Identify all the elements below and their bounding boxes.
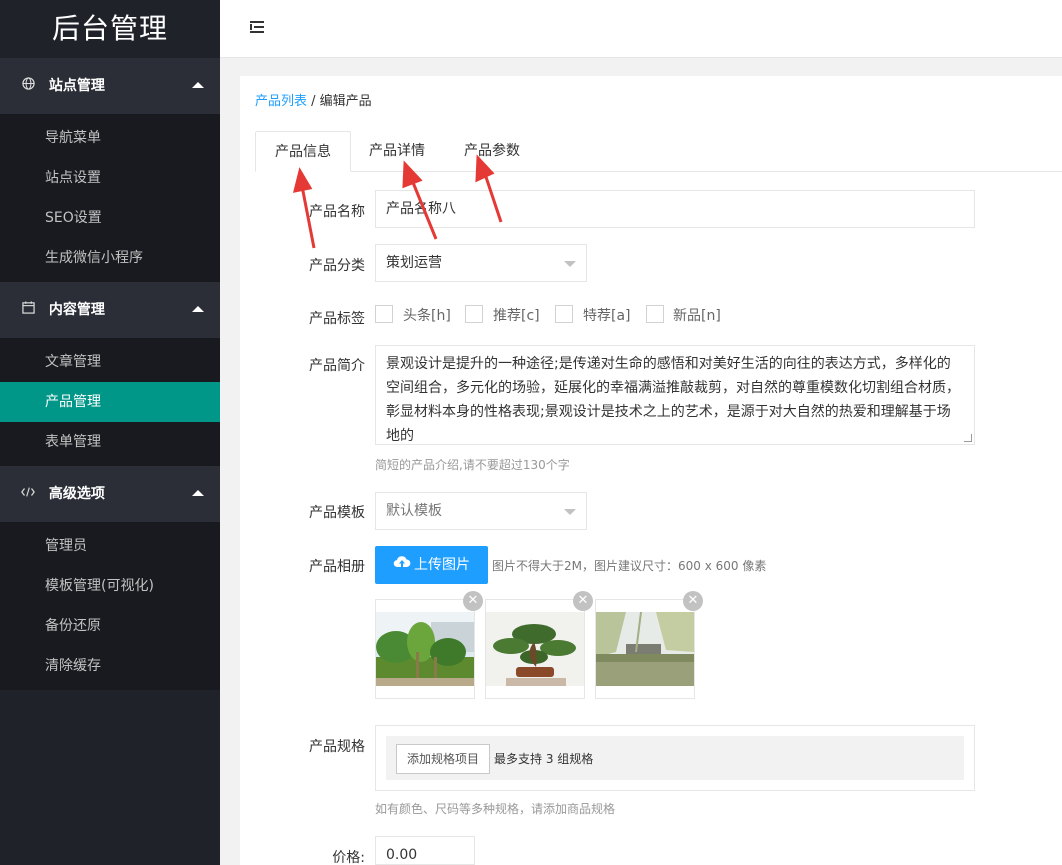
album-thumbnail[interactable] — [485, 599, 585, 699]
sidebar-group-label: 内容管理 — [48, 302, 105, 318]
sidebar-item-seo[interactable]: SEO设置 — [0, 198, 220, 238]
album-thumbnail[interactable] — [375, 599, 475, 699]
upload-hint: 图片不得大于2M，图片建议尺寸：600 x 600 像素 — [492, 559, 767, 573]
sidebar-group-label: 站点管理 — [48, 78, 105, 94]
code-icon — [20, 467, 36, 523]
tag-checkbox-featured[interactable] — [555, 305, 573, 323]
price-input[interactable]: 0.00 — [375, 836, 475, 865]
remove-image-icon[interactable]: ✕ — [683, 591, 703, 611]
template-label: 产品模板 — [309, 505, 365, 521]
content-card: 产品列表 / 编辑产品 产品信息 产品详情 产品参数 产品名称 产品名称八 产品… — [240, 76, 1062, 865]
resize-handle-icon[interactable] — [964, 434, 972, 442]
tag-label: 推荐[c] — [493, 308, 540, 324]
sidebar-group-site[interactable]: 站点管理 — [0, 58, 220, 114]
chevron-up-icon — [192, 490, 204, 496]
sidebar-item-wechat-miniapp[interactable]: 生成微信小程序 — [0, 238, 220, 278]
topbar — [220, 0, 1062, 58]
globe-icon — [20, 59, 36, 115]
chevron-up-icon — [192, 82, 204, 88]
remove-image-icon[interactable]: ✕ — [573, 591, 593, 611]
banana-garden-image — [376, 612, 474, 686]
sidebar-item-products[interactable]: 产品管理 — [0, 382, 220, 422]
tag-label: 特荐[a] — [583, 308, 631, 324]
intro-textarea[interactable]: 景观设计是提升的一种途径;是传递对生命的感悟和对美好生活的向往的表达方式，多样化… — [375, 345, 975, 445]
menu-toggle-icon[interactable] — [250, 20, 266, 34]
intro-text: 景观设计是提升的一种途径;是传递对生命的感悟和对美好生活的向往的表达方式，多样化… — [386, 356, 960, 444]
spec-hint: 如有颜色、尺码等多种规格，请添加商品规格 — [375, 802, 616, 816]
red-arrow-icon — [475, 154, 503, 223]
tag-checkbox-recommend[interactable] — [465, 305, 483, 323]
bonsai-image — [486, 612, 584, 686]
spec-toolbar: 添加规格项目 最多支持 3 组规格 — [386, 736, 964, 780]
tag-label: 新品[n] — [673, 308, 721, 324]
spec-label: 产品规格 — [309, 739, 365, 755]
intro-label: 产品简介 — [309, 358, 365, 374]
willow-lake-image — [596, 612, 694, 686]
chevron-down-icon — [564, 509, 576, 515]
sidebar-item-templates[interactable]: 模板管理(可视化) — [0, 566, 220, 606]
remove-image-icon[interactable]: ✕ — [463, 591, 483, 611]
tags-label: 产品标签 — [309, 311, 365, 327]
template-select[interactable]: 默认模板 — [375, 492, 587, 530]
annotation-arrows — [292, 154, 503, 249]
sidebar-item-articles[interactable]: 文章管理 — [0, 342, 220, 382]
sidebar-item-clear-cache[interactable]: 清除缓存 — [0, 646, 220, 686]
tag-label: 头条[h] — [403, 308, 451, 324]
price-label: 价格: — [332, 850, 365, 865]
template-value: 默认模板 — [386, 503, 442, 519]
album-label: 产品相册 — [309, 559, 365, 575]
chevron-up-icon — [192, 306, 204, 312]
sidebar: 后台管理 站点管理 导航菜单 站点设置 SEO设置 生成微信小程序 内容管理 文… — [0, 0, 220, 865]
sidebar-group-label: 高级选项 — [48, 486, 105, 502]
app-logo: 后台管理 — [0, 0, 220, 58]
spec-note: 最多支持 3 组规格 — [494, 752, 594, 766]
sidebar-item-site-settings[interactable]: 站点设置 — [0, 158, 220, 198]
spec-box: 添加规格项目 最多支持 3 组规格 — [375, 725, 975, 791]
red-arrow-icon — [402, 160, 438, 240]
tag-checkbox-new[interactable] — [646, 305, 664, 323]
intro-hint: 简短的产品介绍,请不要超过130个字 — [375, 458, 570, 472]
red-arrow-icon — [292, 167, 316, 249]
add-spec-button[interactable]: 添加规格项目 — [396, 744, 491, 774]
sidebar-group-advanced[interactable]: 高级选项 — [0, 466, 220, 522]
album-thumbnail[interactable] — [595, 599, 695, 699]
sidebar-item-backup[interactable]: 备份还原 — [0, 606, 220, 646]
sidebar-group-content[interactable]: 内容管理 — [0, 282, 220, 338]
calendar-icon — [20, 283, 36, 339]
cloud-upload-icon — [393, 546, 411, 584]
sidebar-item-admins[interactable]: 管理员 — [0, 526, 220, 566]
tag-checkbox-headline[interactable] — [375, 305, 393, 323]
upload-image-button[interactable]: 上传图片 — [375, 546, 488, 584]
upload-label: 上传图片 — [414, 557, 470, 573]
sidebar-item-nav-menu[interactable]: 导航菜单 — [0, 118, 220, 158]
sidebar-item-forms[interactable]: 表单管理 — [0, 422, 220, 462]
